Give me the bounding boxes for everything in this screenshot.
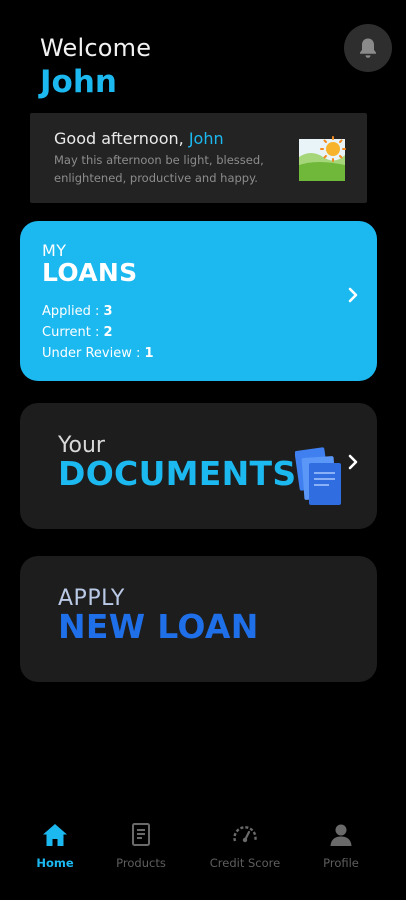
bell-icon [360,38,376,58]
under-review-row: Under Review : 1 [42,343,355,364]
documents-stack-icon [295,447,341,505]
greeting-message: May this afternoon be light, blessed, en… [54,153,264,185]
apply-new-loan-card[interactable]: APPLY NEW LOAN [20,556,377,682]
gauge-icon [233,826,257,843]
chevron-right-icon [348,287,358,303]
tab-label: Products [116,856,166,870]
user-name: John [40,64,117,100]
current-row: Current : 2 [42,322,355,343]
tab-products[interactable]: Products [96,822,186,870]
tab-profile[interactable]: Profile [296,822,386,870]
apply-title: NEW LOAN [58,607,259,646]
notifications-button[interactable] [344,24,392,72]
greeting-prefix: Good afternoon, [54,129,189,148]
applied-label: Applied : [42,304,104,319]
tab-label: Profile [323,856,359,870]
sun-landscape-icon [299,136,346,181]
home-icon [43,824,67,846]
my-loans-card[interactable]: MY LOANS Applied : 3 Current : 2 Under R… [20,221,377,381]
bottom-tab-bar: Home Products Credit Score Profile [0,822,406,882]
document-icon [132,823,150,846]
tab-credit-score[interactable]: Credit Score [200,822,290,870]
under-review-label: Under Review : [42,346,145,361]
current-label: Current : [42,325,104,340]
greeting-card: Good afternoon, John May this afternoon … [30,113,367,203]
welcome-header: Welcome John [40,34,151,100]
chevron-right-icon [348,454,358,470]
current-value: 2 [103,325,113,340]
applied-row: Applied : 3 [42,301,355,322]
person-icon [330,824,352,846]
tab-label: Home [36,856,74,870]
welcome-label: Welcome [40,34,152,62]
tab-label: Credit Score [209,856,281,870]
your-documents-card[interactable]: Your DOCUMENTS [20,403,377,529]
applied-value: 3 [103,304,113,319]
greeting-name: John [188,129,224,148]
tab-home[interactable]: Home [10,822,100,870]
loans-stats: Applied : 3 Current : 2 Under Review : 1 [42,301,355,364]
loans-title: LOANS [42,258,138,287]
under-review-value: 1 [144,346,154,361]
